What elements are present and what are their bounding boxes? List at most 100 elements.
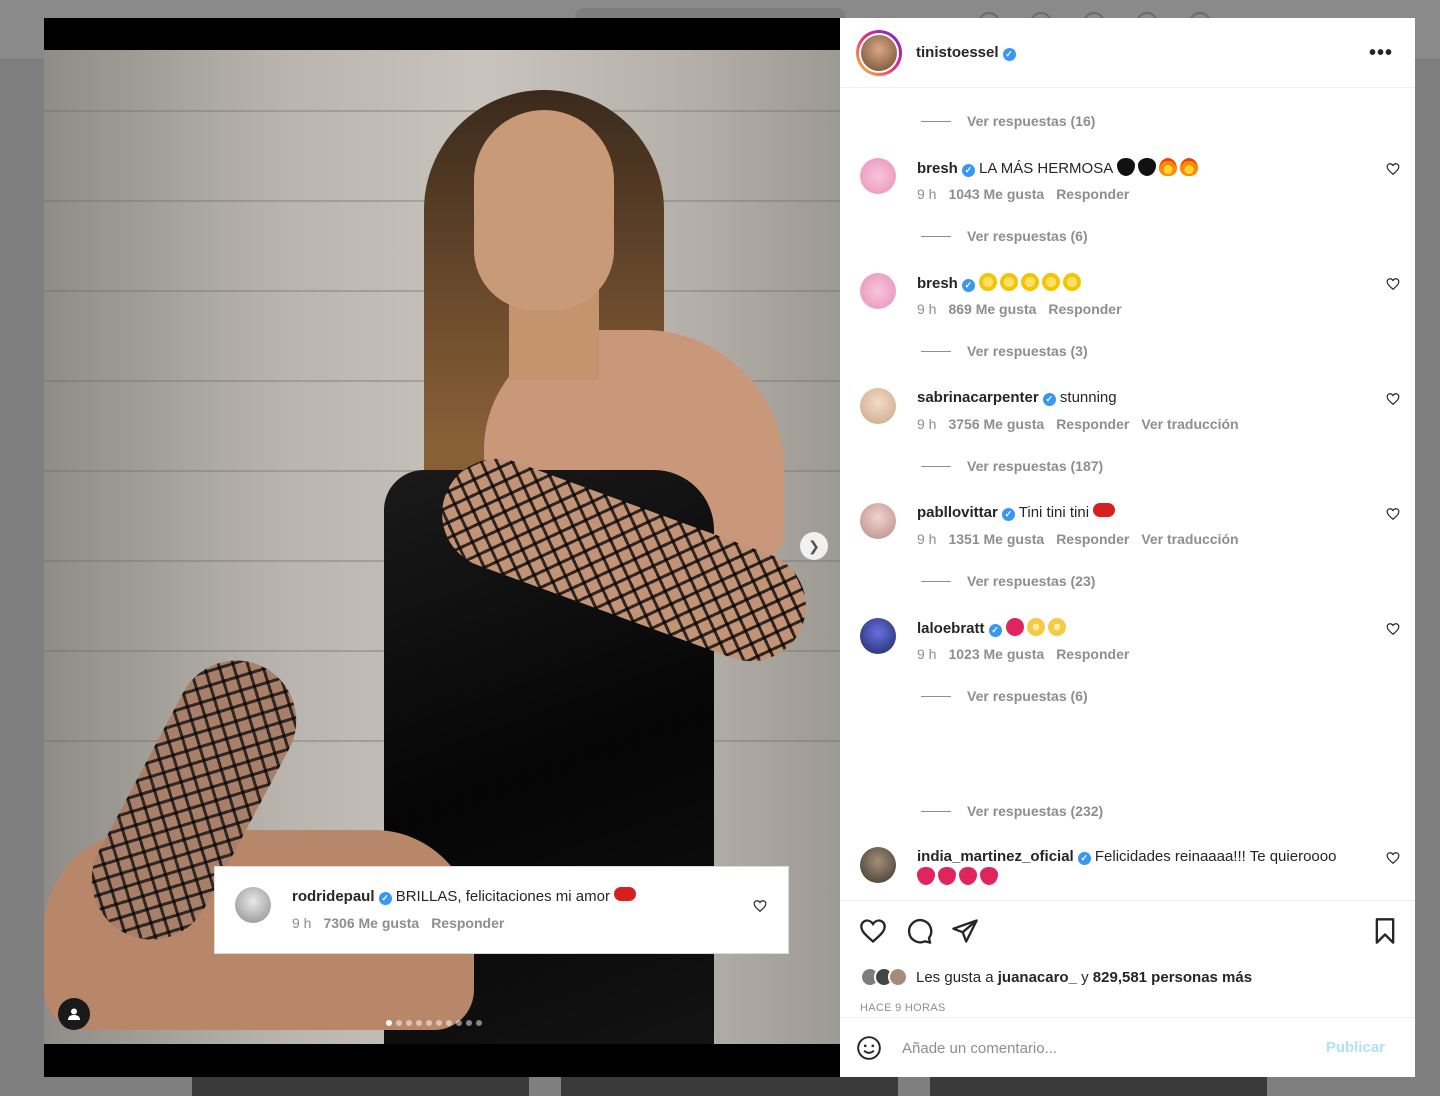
add-comment-bar: Publicar [840,1017,1415,1078]
comment-avatar[interactable] [860,388,896,424]
reply-button[interactable]: Responder [1056,416,1129,432]
verified-badge-icon: ✓ [961,164,975,177]
more-options-icon[interactable]: ••• [1369,42,1393,65]
user-icon [68,1008,80,1020]
tagged-users-button[interactable] [58,998,90,1030]
sparkles-emoji-icon [1047,618,1066,636]
liker-username[interactable]: juanacaro_ [998,969,1077,986]
comment-bubble-icon[interactable] [905,917,933,945]
comment-text: sabrinacarpenter ✓ stunning [917,389,1117,406]
reply-button[interactable]: Responder [1056,531,1129,547]
comment-likes-link[interactable]: 1351 Me gusta [948,531,1044,547]
view-replies-link[interactable]: Ver respuestas (6) [921,686,1088,706]
likes-count-link[interactable]: 829,581 personas más [1093,969,1252,986]
carousel-dot [456,1020,462,1026]
verified-badge-icon: ✓ [1042,393,1056,406]
reply-button[interactable]: Responder [1056,646,1129,662]
red-heart-emoji-icon [938,867,956,885]
carousel-dot [416,1020,422,1026]
comment-avatar[interactable] [860,158,896,194]
like-comment-heart-icon[interactable] [1386,622,1400,636]
sparkles-emoji-icon [1026,618,1045,636]
save-bookmark-icon[interactable] [1371,917,1399,945]
emoji-smile-icon[interactable] [856,1035,882,1061]
comment-likes-link[interactable]: 1043 Me gusta [948,186,1044,202]
reply-button[interactable]: Responder [1056,186,1129,202]
post-actions: Les gusta a juanacaro_ y 829,581 persona… [840,900,1415,1077]
comments-panel: tinistoessel ✓ ••• Ver respuestas (16) br… [840,18,1415,1077]
comment-avatar[interactable] [860,273,896,309]
post-header: tinistoessel ✓ ••• [840,18,1415,88]
comment-likes-link[interactable]: 3756 Me gusta [948,416,1044,432]
comment-avatar[interactable] [860,847,896,883]
reply-button[interactable]: Responder [431,915,504,931]
black-heart-emoji-icon [1137,158,1156,176]
star-struck-emoji-icon [1063,273,1082,291]
view-replies-link[interactable]: Ver respuestas (23) [921,571,1095,591]
view-replies-link[interactable]: Ver respuestas (3) [921,341,1088,361]
chevron-right-icon: ❯ [808,537,820,554]
share-paper-plane-icon[interactable] [951,917,979,945]
carousel-dot-active [386,1020,392,1026]
verified-badge-icon: ✓ [1002,48,1016,61]
red-heart-emoji-icon [980,867,998,885]
comment-username[interactable]: sabrinacarpenter [917,389,1039,406]
comment-text: rodridepaul ✓ BRILLAS, felicitaciones mi … [292,887,742,907]
highlighted-comment: rodridepaul ✓ BRILLAS, felicitaciones mi … [214,866,789,954]
view-replies-link[interactable]: Ver respuestas (187) [921,456,1103,476]
see-translation-link[interactable]: Ver traducción [1141,416,1238,432]
comment-avatar[interactable] [860,618,896,654]
view-replies-link[interactable]: Ver respuestas (232) [921,801,1103,821]
comment-input[interactable] [902,1039,1302,1057]
like-comment-heart-icon[interactable] [1386,851,1400,865]
see-translation-link[interactable]: Ver traducción [1141,531,1238,547]
likes-summary: Les gusta a juanacaro_ y 829,581 persona… [860,967,1252,987]
like-comment-heart-icon[interactable] [1386,277,1400,291]
red-heart-emoji-icon [959,867,977,885]
next-slide-button[interactable]: ❯ [800,532,828,560]
like-comment-heart-icon[interactable] [753,899,767,913]
like-heart-icon[interactable] [859,917,887,945]
verified-badge-icon: ✓ [378,892,392,905]
carousel-dot [476,1020,482,1026]
view-replies-link[interactable]: Ver respuestas (6) [921,226,1088,246]
comment-username[interactable]: laloebratt [917,620,985,637]
comment-username[interactable]: bresh [917,275,958,292]
comment-username[interactable]: rodridepaul [292,888,375,905]
mending-heart-emoji-icon [1093,503,1116,517]
carousel-dot [466,1020,472,1026]
comment-avatar[interactable] [235,887,271,923]
mending-heart-emoji-icon [614,887,637,901]
background-thumbnail [192,1076,529,1096]
like-comment-heart-icon[interactable] [1386,162,1400,176]
comment-username[interactable]: pabllovittar [917,504,998,521]
verified-badge-icon: ✓ [1001,508,1015,521]
comment-username[interactable]: india_martinez_oficial [917,848,1074,865]
comment-meta: 9 h 869 Me gusta Responder [917,301,1122,317]
background-thumbnail [561,1076,898,1096]
reply-button[interactable]: Responder [1048,301,1121,317]
comment-likes-link[interactable]: 869 Me gusta [948,301,1036,317]
comment-meta: 9 h 3756 Me gusta Responder Ver traducción [917,416,1239,432]
comment-text: laloebratt ✓ [917,618,1367,639]
star-struck-emoji-icon [1000,273,1019,291]
comment-avatar[interactable] [860,503,896,539]
comment-text: bresh ✓ [917,273,1367,294]
publish-button[interactable]: Publicar [1326,1039,1385,1056]
comment-meta: 9 h 1023 Me gusta Responder [917,646,1130,662]
comment-likes-link[interactable]: 1023 Me gusta [948,646,1044,662]
comments-list: Ver respuestas (16) bresh ✓ LA MÁS HERMOS… [840,88,1415,900]
like-comment-heart-icon[interactable] [1386,507,1400,521]
view-replies-link[interactable]: Ver respuestas (16) [921,111,1095,131]
comment-likes-link[interactable]: 7306 Me gusta [323,915,419,931]
red-heart-emoji-icon [1005,618,1024,636]
owner-username[interactable]: tinistoessel ✓ [916,44,1016,61]
red-heart-emoji-icon [917,867,935,885]
liker-avatar [888,967,908,987]
owner-avatar[interactable] [856,29,902,76]
post-timestamp: HACE 9 HORAS [860,1002,946,1014]
like-comment-heart-icon[interactable] [1386,392,1400,406]
comment-text: pabllovittar ✓ Tini tini tini [917,503,1367,523]
carousel-dot [436,1020,442,1026]
comment-username[interactable]: bresh [917,160,958,177]
